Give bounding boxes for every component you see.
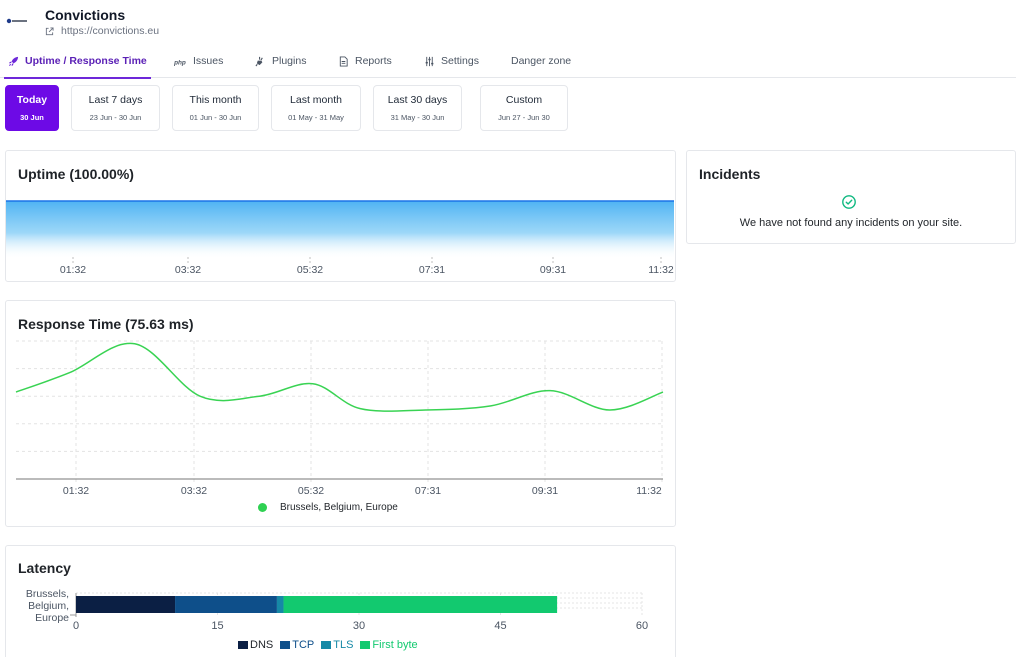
- range-dates: 01 May - 31 May: [288, 113, 344, 122]
- document-icon: [339, 55, 348, 67]
- range-this-month-button[interactable]: This month 01 Jun - 30 Jun: [172, 85, 259, 131]
- response-x-tick-label: 05:32: [298, 485, 324, 497]
- uptime-card: Uptime (100.00%) 01:32 03:32 05:32 07:31 09:…: [5, 150, 676, 282]
- incidents-title: Incidents: [699, 166, 761, 182]
- uptime-chart: 01:32 03:32 05:32 07:31 09:31 11:32: [6, 200, 674, 276]
- response-x-tick-label: 01:32: [63, 485, 89, 497]
- tab-plugins[interactable]: Plugins: [255, 44, 306, 78]
- incidents-card: Incidents We have not found any incident…: [686, 150, 1016, 244]
- range-label: Custom: [505, 94, 543, 106]
- response-x-tick-label: 03:32: [181, 485, 207, 497]
- tab-settings[interactable]: Settings: [424, 44, 479, 78]
- incidents-message: We have not found any incidents on your …: [739, 217, 963, 229]
- response-x-tick-label: 11:32: [636, 485, 662, 497]
- latency-category-label: Europe: [35, 612, 69, 624]
- latency-legend: DNS TCP TLS First byte: [238, 639, 421, 651]
- tab-label: Danger zone: [511, 55, 572, 67]
- latency-category-label: Belgium,: [28, 600, 69, 612]
- legend-item-tcp: TCP: [280, 639, 314, 651]
- section-tabs: Uptime / Response Time php Issues Plugin…: [0, 44, 1016, 79]
- latency-chart: 0 15 30 45 60 Brussels,Belgium,Europe: [26, 588, 648, 632]
- legend-item-first-byte: First byte: [360, 639, 418, 651]
- php-icon: php: [174, 59, 186, 66]
- range-last-month-button[interactable]: Last month 01 May - 31 May: [271, 85, 361, 131]
- tab-uptime-response-time[interactable]: Uptime / Response Time: [4, 44, 151, 79]
- range-label: Today: [16, 94, 48, 106]
- range-dates: 30 Jun: [20, 113, 44, 122]
- response-time-card: Response Time (75.63 ms) 01:32 03:32 05:32…: [5, 300, 676, 527]
- latency-first-byte-bar: [283, 596, 558, 613]
- svg-text:php: php: [174, 59, 186, 66]
- range-label: This month: [189, 94, 242, 106]
- legend-label: TLS: [333, 639, 354, 651]
- uptime-x-tick-label: 07:31: [419, 264, 445, 276]
- plug-icon: [255, 56, 263, 66]
- uptime-area: [6, 201, 674, 259]
- range-label: Last 30 days: [387, 94, 448, 106]
- uptime-x-tick-label: 03:32: [175, 264, 201, 276]
- rocket-icon: [8, 56, 19, 66]
- tab-label: Uptime / Response Time: [25, 55, 147, 67]
- legend-item-tls: TLS: [321, 639, 353, 651]
- legend-label: TCP: [292, 639, 315, 651]
- latency-tls-bar: [276, 596, 284, 613]
- convictions-logo: [6, 18, 27, 24]
- tab-label: Settings: [441, 55, 479, 67]
- range-dates: 23 Jun - 30 Jun: [89, 113, 142, 122]
- legend-swatch: [360, 641, 371, 649]
- range-last-30-days-button[interactable]: Last 30 days 31 May - 30 Jun: [373, 85, 462, 131]
- uptime-x-tick-label: 05:32: [297, 264, 323, 276]
- site-url-link[interactable]: https://convictions.eu: [45, 25, 159, 37]
- legend-marker: [258, 503, 267, 512]
- response-time-chart: 01:32 03:32 05:32 07:31 09:31 11:32: [15, 340, 664, 497]
- site-header: Convictions https://convictions.eu: [0, 0, 1024, 44]
- sliders-icon: [425, 56, 434, 66]
- latency-card: Latency 0 15 30 45 60 Brussels, Belgium, Europe…: [5, 545, 676, 657]
- response-series-line: [15, 342, 664, 412]
- range-today-button[interactable]: Today 30 Jun: [5, 85, 59, 131]
- latency-dns-bar: [76, 596, 176, 613]
- range-last-7-days-button[interactable]: Last 7 days 23 Jun - 30 Jun: [71, 85, 160, 131]
- range-custom-button[interactable]: Custom Jun 27 - Jun 30: [480, 85, 568, 131]
- tab-label: Plugins: [272, 55, 307, 67]
- uptime-x-tick-label: 11:32: [648, 264, 674, 276]
- legend-label: Brussels, Belgium, Europe: [280, 502, 398, 513]
- latency-x-tick-label: 30: [353, 620, 365, 632]
- legend-label: DNS: [250, 639, 274, 651]
- uptime-x-tick-label: 01:32: [60, 264, 86, 276]
- range-label: Last month: [290, 94, 342, 106]
- check-circle-icon: [842, 195, 856, 209]
- latency-tcp-bar: [175, 596, 277, 613]
- response-time-title: Response Time (75.63 ms): [18, 316, 194, 332]
- legend-swatch: [321, 641, 332, 649]
- legend-swatch: [280, 641, 291, 649]
- external-link-icon: [45, 26, 54, 35]
- range-dates: Jun 27 - Jun 30: [498, 113, 550, 122]
- site-url: https://convictions.eu: [61, 25, 160, 37]
- latency-x-tick-label: 15: [211, 620, 223, 632]
- uptime-x-tick-label: 09:31: [540, 264, 566, 276]
- latency-x-tick-label: 0: [73, 620, 79, 632]
- range-label: Last 7 days: [88, 94, 143, 106]
- latency-x-tick-label: 45: [494, 620, 506, 632]
- response-x-tick-label: 07:31: [415, 485, 441, 497]
- site-name: Convictions: [45, 7, 126, 23]
- legend-swatch: [238, 641, 248, 649]
- tab-label: Issues: [193, 55, 224, 67]
- range-dates: 01 Jun - 30 Jun: [189, 113, 242, 122]
- range-dates: 31 May - 30 Jun: [390, 113, 445, 122]
- tab-danger-zone[interactable]: Danger zone: [511, 44, 571, 78]
- uptime-title: Uptime (100.00%): [18, 166, 134, 182]
- tab-label: Reports: [355, 55, 392, 67]
- latency-x-tick-label: 60: [636, 620, 648, 632]
- tab-issues[interactable]: php Issues: [174, 44, 223, 78]
- response-x-tick-label: 09:31: [532, 485, 558, 497]
- legend-item-dns: DNS: [238, 639, 273, 651]
- tab-reports[interactable]: Reports: [338, 44, 392, 78]
- legend-label: First byte: [372, 639, 418, 651]
- latency-category-label: Brussels,: [26, 588, 69, 600]
- response-time-legend: Brussels, Belgium, Europe: [258, 502, 398, 513]
